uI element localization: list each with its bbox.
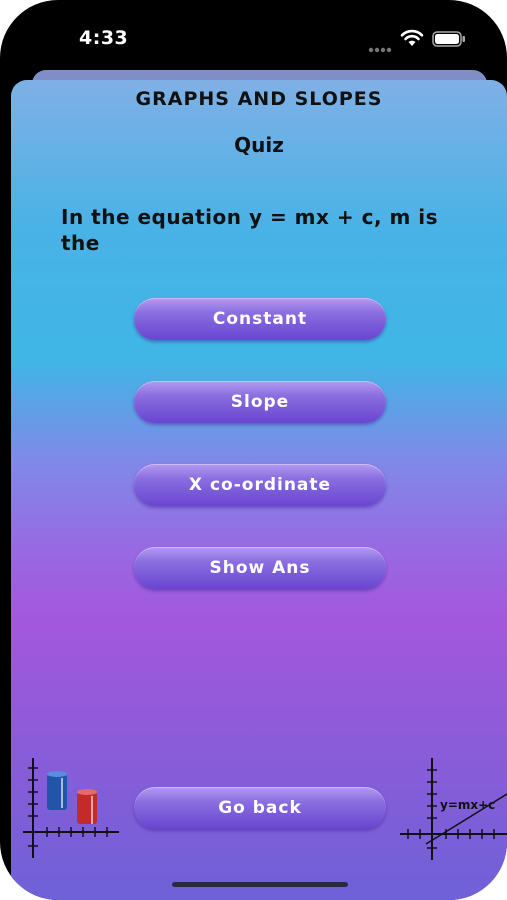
quiz-sheet: GRAPHS AND SLOPES Quiz In the equation y… <box>11 80 507 900</box>
phone-frame: 4:33 GRAPHS AND SLOPES Quiz In the equat… <box>0 0 507 900</box>
bar-graph-icon <box>23 758 119 858</box>
cellular-dots-icon <box>368 38 392 57</box>
option-slope-button[interactable]: Slope <box>134 381 386 423</box>
page-title: GRAPHS AND SLOPES <box>135 88 383 110</box>
line-graph-icon: y=mx+c <box>400 758 507 860</box>
home-indicator <box>172 882 348 887</box>
battery-icon <box>432 31 466 51</box>
show-answer-button[interactable]: Show Ans <box>134 547 386 589</box>
go-back-button[interactable]: Go back <box>134 787 386 829</box>
wifi-icon <box>400 29 424 51</box>
status-bar: 4:33 <box>0 0 507 70</box>
status-time: 4:33 <box>79 27 129 49</box>
option-x-coordinate-button[interactable]: X co-ordinate <box>134 464 386 506</box>
page-subtitle: Quiz <box>234 133 284 157</box>
option-constant-button[interactable]: Constant <box>134 298 386 340</box>
line-graph-label: y=mx+c <box>440 798 495 812</box>
question-text: In the equation y = mx + c, m is the <box>61 205 439 255</box>
